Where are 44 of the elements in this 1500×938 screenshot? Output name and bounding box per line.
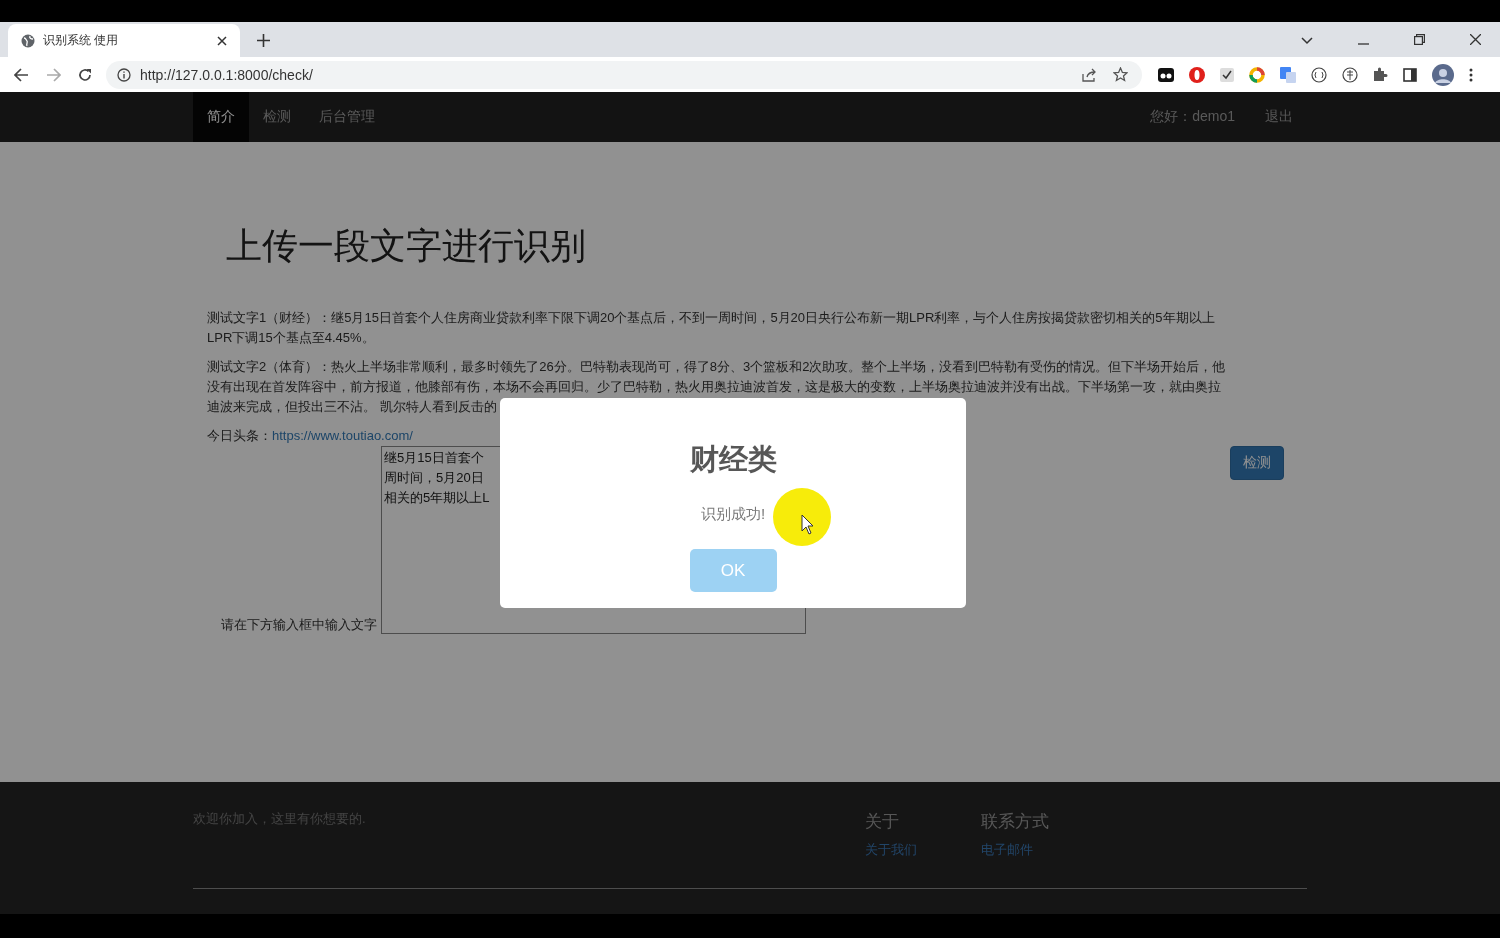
close-icon[interactable] [1470, 34, 1481, 45]
dialog-title: 财经类 [689, 442, 777, 477]
paragraph: 测试文字2（体育）：热火上半场非常顺利，最多时领先了26分。巴特勒表现尚可，得了8分、3个篮板和2次助攻。整个上半场，没看到巴特勒有受伤的情况。但下半场开始后，他没有出现在首发阵容中，前方报道，他膝部有伤，本场不会再回归。少了巴特勒，热火用奥拉迪波首发，这是极大的变数，上半场奥拉迪波并没有出战。下半场第一攻，就由奥拉迪波来完成，但投出三不沾。 凯尔特人看到反击的 [207, 358, 1227, 416]
link-label: 今日头条： [207, 428, 272, 443]
back-arrow-icon[interactable] [14, 67, 29, 82]
star-icon[interactable] [1113, 67, 1128, 82]
footer-heading: 联系方式 [981, 811, 1049, 833]
nav-tab[interactable]: 简介 [193, 92, 249, 142]
chevron-down-icon[interactable] [1301, 37, 1313, 45]
restore-icon[interactable] [1414, 34, 1425, 45]
nav-tab[interactable]: 后台管理 [305, 92, 389, 142]
close-icon[interactable] [217, 35, 227, 46]
more-icon[interactable] [1469, 67, 1473, 82]
translate-icon[interactable] [1280, 66, 1296, 83]
puzzle-icon[interactable] [1373, 67, 1388, 82]
footer-link[interactable]: 电子邮件 [981, 841, 1049, 859]
tab-title: 识别系统 使用 [43, 32, 120, 49]
ok-button[interactable]: OK [689, 549, 777, 592]
footer-heading: 关于 [865, 811, 900, 833]
nav-tab[interactable]: 检测 [249, 92, 305, 142]
dialog-message: 识别成功! [700, 505, 766, 524]
url-text: http://127.0.0.1:8000/check/ [140, 66, 313, 83]
avatar-icon[interactable] [1432, 63, 1454, 86]
globe-icon [21, 33, 35, 48]
extension-icon[interactable] [1342, 66, 1358, 83]
cursor-highlight-drawing [772, 487, 832, 547]
page-heading: 上传一段文字进行识别 [226, 224, 587, 268]
browser-tab[interactable]: 识别系统 使用 [8, 24, 240, 57]
side-panel-icon[interactable] [1403, 67, 1417, 82]
footer-link[interactable]: 关于我们 [865, 841, 917, 859]
link[interactable]: https://www.toutiao.com/ [272, 428, 413, 443]
extension-icon[interactable] [1158, 66, 1174, 83]
extension-icon[interactable] [1311, 66, 1327, 83]
share-icon[interactable] [1082, 67, 1097, 82]
extension-icon[interactable] [1220, 67, 1234, 82]
reload-icon[interactable] [78, 67, 92, 82]
greeting-text: 您好：demo1 [1150, 108, 1235, 126]
info-icon [117, 67, 131, 82]
detect-button[interactable]: 检测 [1230, 446, 1284, 480]
logout-link[interactable]: 退出 [1265, 108, 1293, 126]
address-bar[interactable]: http://127.0.0.1:8000/check/ [106, 60, 1142, 89]
input-label: 请在下方输入框中输入文字 [221, 616, 377, 634]
paragraph: 测试文字1（财经）：继5月15日首套个人住房商业贷款利率下限下调20个基点后，不到一周时间，5月20日央行公布新一期LPR利率，与个人住房按揭贷款密切相关的5年期以上LPR下调15个基点至4.45%。 [207, 309, 1216, 347]
plus-icon[interactable] [257, 34, 270, 47]
